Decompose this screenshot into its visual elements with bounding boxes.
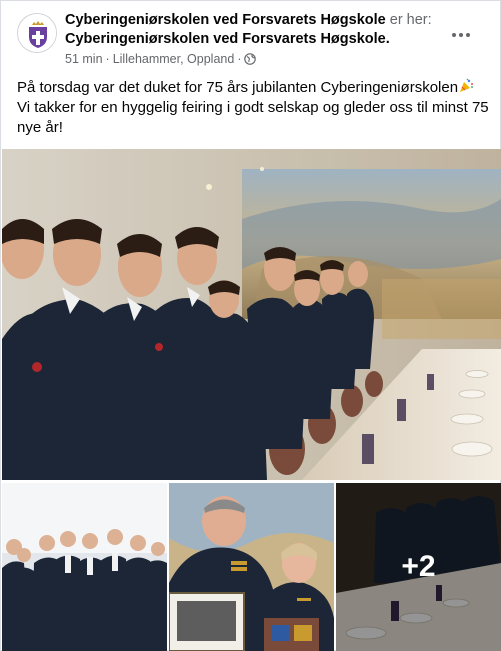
- photo-main-cadets[interactable]: [2, 149, 501, 480]
- post-time[interactable]: 51 min: [65, 51, 103, 67]
- post-card: Cyberingeniørskolen ved Forsvarets Høgsk…: [0, 0, 501, 651]
- post-body: På torsdag var det duket for 75 års jubi…: [17, 78, 492, 138]
- page-name-link[interactable]: Cyberingeniørskolen ved Forsvarets Høgsk…: [65, 12, 386, 28]
- meta-separator-2: ·: [237, 52, 242, 66]
- post-place[interactable]: Lillehammer, Oppland: [113, 51, 235, 67]
- globe-icon[interactable]: [244, 53, 257, 65]
- meta-separator: ·: [105, 52, 110, 66]
- more-photos-count[interactable]: +2: [336, 483, 501, 651]
- party-popper-icon: [458, 78, 474, 94]
- photo-group[interactable]: [2, 483, 167, 651]
- post-header: Cyberingeniørskolen ved Forsvarets Høgsk…: [17, 11, 487, 66]
- photo-more[interactable]: +2: [336, 483, 501, 651]
- location-suffix: .: [385, 31, 390, 47]
- more-options-icon[interactable]: [449, 27, 473, 43]
- crest-icon: [18, 14, 56, 52]
- header-text: Cyberingeniørskolen ved Forsvarets Høgsk…: [65, 11, 465, 67]
- photo-officers[interactable]: [169, 483, 334, 651]
- post-text-line-1: På torsdag var det duket for 75 års jubi…: [17, 79, 459, 96]
- checkin-label: er her:: [389, 12, 432, 28]
- page-avatar[interactable]: [17, 13, 57, 53]
- post-text-line-2: Vi takker for en hyggelig feiring i godt…: [17, 99, 489, 136]
- post-meta: 51 min · Lillehammer, Oppland ·: [65, 51, 465, 67]
- location-page-link[interactable]: Cyberingeniørskolen ved Forsvarets Høgsk…: [65, 31, 386, 47]
